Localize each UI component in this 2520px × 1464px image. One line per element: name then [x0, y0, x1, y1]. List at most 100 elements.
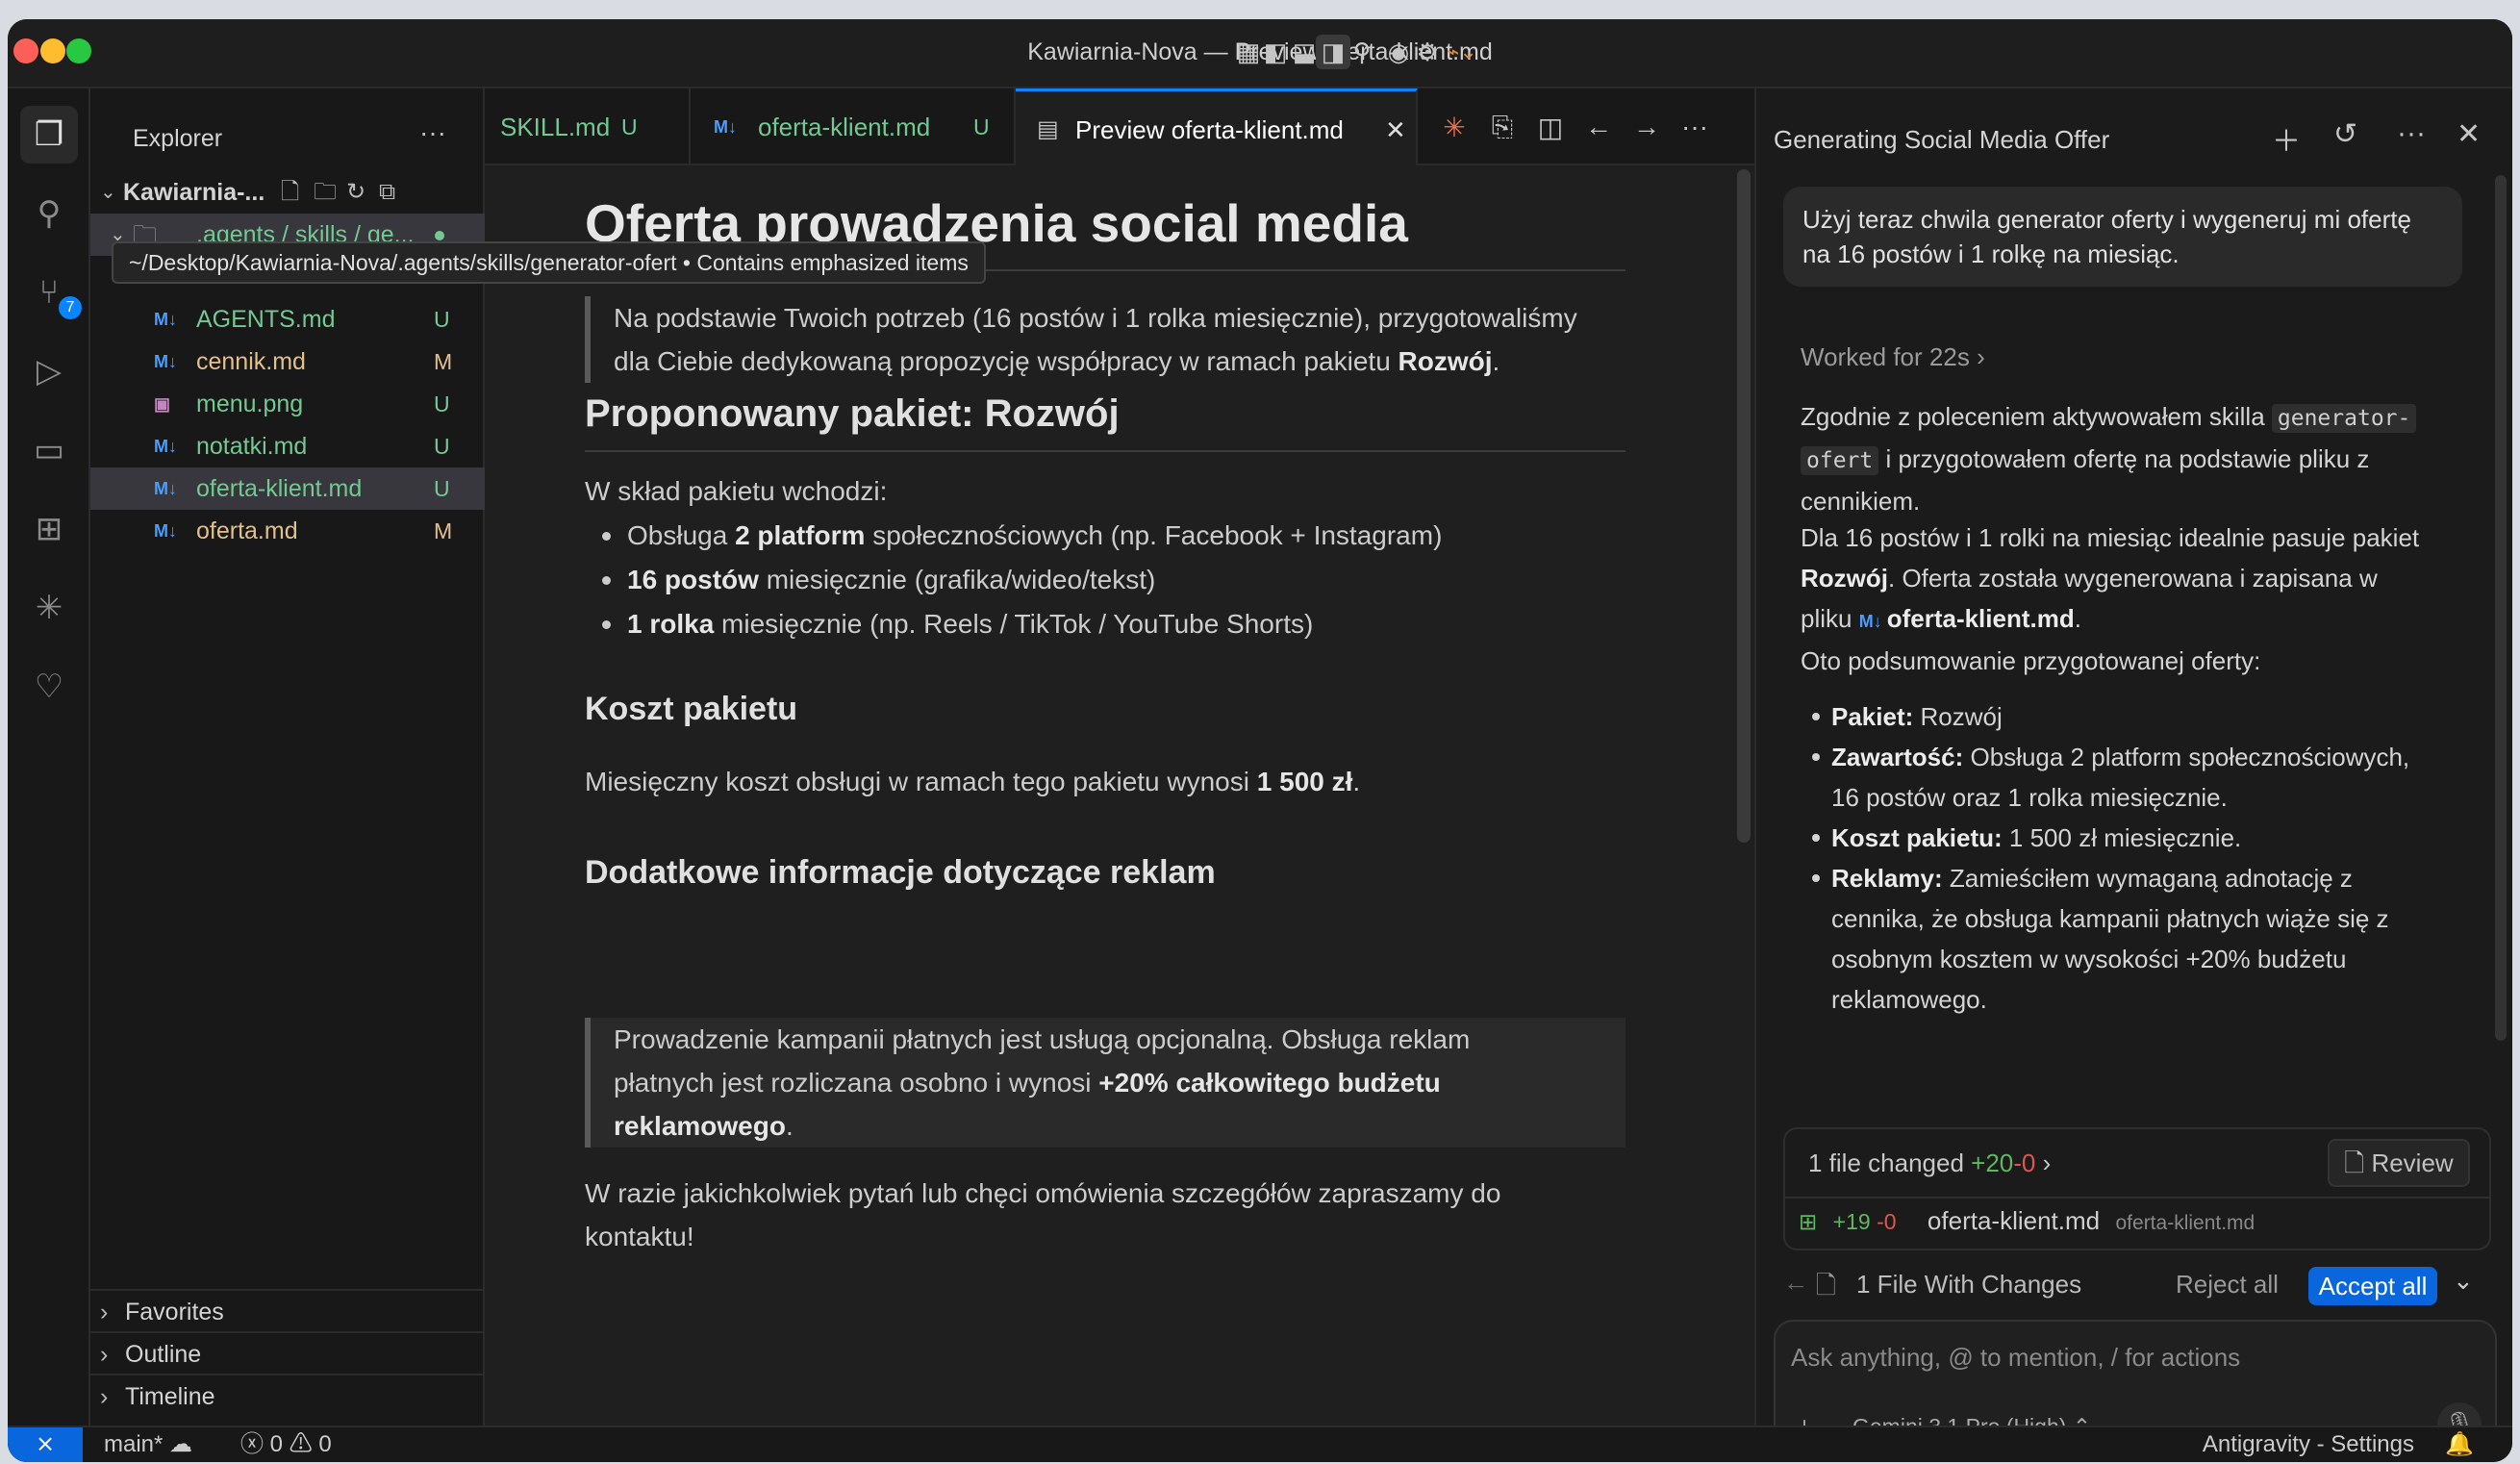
gear-icon[interactable]: ⚙: [1410, 35, 1445, 69]
problems-indicator[interactable]: ⓧ 0 ⚠ 0: [240, 1427, 332, 1462]
reject-all-button[interactable]: Reject all: [2176, 1270, 2279, 1300]
chat-scrollbar[interactable]: [2495, 175, 2507, 1041]
source-control-badge: 7: [59, 296, 82, 319]
modified-dot: [435, 231, 444, 240]
file-row-agents-md[interactable]: M↓ AGENTS.md U: [90, 298, 485, 341]
intro-end: .: [1492, 346, 1500, 376]
arrow-right-icon[interactable]: →: [1629, 108, 1664, 146]
editor-scrollbar[interactable]: [1737, 169, 1751, 843]
history-icon[interactable]: ↺: [2333, 117, 2357, 151]
agent-icon[interactable]: ✳: [1437, 108, 1472, 146]
li-bold: 2 platform: [735, 520, 866, 550]
new-folder-icon[interactable]: 🗀: [314, 171, 337, 214]
chat-input[interactable]: Ask anything, @ to mention, / for action…: [1791, 1343, 2240, 1373]
arrow-left-icon[interactable]: ←: [1783, 1268, 1808, 1298]
bell-icon[interactable]: 🔔: [2445, 1427, 2474, 1462]
p2-text: .: [2074, 604, 2081, 633]
git-status: M: [434, 349, 453, 374]
item-label: Reklamy:: [1831, 864, 1943, 893]
close-icon[interactable]: ✕: [2457, 117, 2481, 151]
extensions-icon[interactable]: ⊞: [20, 500, 78, 558]
folder-tooltip: ~/Desktop/Kawiarnia-Nova/.agents/skills/…: [112, 241, 986, 284]
file-lines-removed: -0: [1877, 1209, 1897, 1234]
intro-quote: Na podstawie Twoich potrzeb (16 postów i…: [585, 296, 1625, 383]
file-row-cennik-md[interactable]: M↓ cennik.md M: [90, 341, 485, 383]
chevron-down-icon[interactable]: ⌄: [2453, 1266, 2474, 1296]
remote-explorer-icon[interactable]: ▭: [20, 421, 78, 479]
changed-file-name: oferta-klient.md: [1927, 1206, 2101, 1235]
divider: [1785, 1197, 2489, 1199]
section-outline[interactable]: › Outline: [90, 1331, 485, 1374]
agent-icon[interactable]: ✳: [20, 579, 78, 637]
ads-heading: Dodatkowe informacje dotyczące reklam: [585, 854, 1216, 891]
answer-paragraph-1: Zgodnie z poleceniem aktywowałem skilla …: [1801, 396, 2455, 521]
warning-icon: ⚠: [289, 1431, 313, 1457]
files-changed-summary[interactable]: 1 file changed +20-0 ›: [1808, 1148, 2051, 1178]
ads-quote: Prowadzenie kampanii płatnych jest usług…: [585, 1018, 1625, 1148]
file-row-oferta-md[interactable]: M↓ oferta.md M: [90, 510, 485, 552]
account-icon[interactable]: ⌁⌄: [1445, 35, 1479, 69]
close-icon[interactable]: ✕: [1385, 91, 1406, 168]
file-row-notatki-md[interactable]: M↓ notatki.md U: [90, 425, 485, 467]
files-changed-label: 1 file changed: [1808, 1148, 1964, 1177]
heart-icon[interactable]: ♡: [20, 658, 78, 716]
summary-item: Pakiet: Rozwój: [1812, 696, 2457, 737]
answer-paragraph-2: Dla 16 postów i 1 rolki na miesiąc ideal…: [1801, 517, 2455, 642]
arrow-left-icon[interactable]: ←: [1581, 108, 1616, 146]
lines-removed: -0: [2013, 1148, 2036, 1177]
more-actions-icon[interactable]: ···: [1677, 108, 1712, 146]
worked-duration[interactable]: Worked for 22s ›: [1801, 342, 1985, 372]
changed-file-path: oferta-klient.md: [2115, 1212, 2255, 1234]
skill-code: ofert: [1801, 446, 1879, 475]
p2-bold: Rozwój: [1801, 564, 1888, 593]
section-favorites[interactable]: › Favorites: [90, 1289, 485, 1331]
item-text: Zamieściłem wymaganą adnotację z: [1942, 864, 2353, 893]
divider: [585, 450, 1625, 452]
new-file-icon[interactable]: 🗋: [281, 171, 299, 214]
split-editor-icon[interactable]: ◫: [1533, 108, 1568, 146]
ads-bold: reklamowego: [614, 1111, 786, 1141]
document-icon: 🗋: [2344, 1148, 2372, 1177]
worked-label: Worked for 22s: [1801, 342, 1970, 371]
explorer-title: Explorer: [133, 125, 223, 152]
workspace-root[interactable]: ⌄ Kawiarnia-... 🗋 🗀 ↻ ⧉: [90, 171, 485, 214]
file-row-menu-png[interactable]: ▣ menu.png U: [90, 383, 485, 425]
document-icon: 🗋: [1816, 1271, 1836, 1300]
item-text: cennika, że obsługa kampanii płatnych wi…: [1831, 904, 2389, 933]
file-name: notatki.md: [196, 433, 308, 460]
remote-icon[interactable]: ⨯: [8, 1427, 83, 1462]
ads-line-1: Prowadzenie kampanii płatnych jest usług…: [614, 1024, 1471, 1054]
item-text: reklamowego.: [1831, 985, 1987, 1014]
collapse-all-icon[interactable]: ⧉: [379, 171, 395, 214]
review-button[interactable]: 🗋 Review: [2328, 1139, 2470, 1187]
markdown-icon: M↓: [154, 310, 177, 329]
tab-preview-oferta-klient[interactable]: ▤ Preview oferta-klient.md ✕: [1016, 88, 1418, 165]
accept-all-button[interactable]: Accept all: [2308, 1267, 2437, 1305]
open-source-icon[interactable]: ⎘: [1485, 108, 1520, 146]
files-icon[interactable]: ❐: [20, 106, 78, 164]
chevron-right-icon: ›: [100, 1341, 109, 1368]
summary-item: Reklamy: Zamieściłem wymaganą adnotację …: [1812, 858, 2457, 1020]
tab-skill-md[interactable]: SKILL.md U: [485, 88, 691, 165]
li-text: społecznościowych (np. Facebook + Instag…: [865, 520, 1443, 550]
markdown-icon: M↓: [714, 117, 737, 137]
section-timeline[interactable]: › Timeline: [90, 1374, 485, 1416]
file-link[interactable]: oferta-klient.md: [1887, 604, 2075, 633]
branch-indicator[interactable]: main* ☁: [104, 1427, 192, 1462]
tab-oferta-klient-md[interactable]: M↓ oferta-klient.md U: [691, 88, 1016, 165]
search-icon[interactable]: ⚲: [1345, 35, 1379, 69]
refresh-icon[interactable]: ↻: [346, 171, 365, 214]
markdown-icon: M↓: [1858, 612, 1887, 631]
plus-icon[interactable]: ＋: [2272, 117, 2301, 160]
error-count: 0: [269, 1431, 284, 1457]
explorer-more-icon[interactable]: ···: [419, 117, 446, 148]
settings-link[interactable]: Antigravity - Settings: [2203, 1427, 2414, 1462]
li-text: miesięcznie (np. Reels / TikTok / YouTub…: [714, 609, 1314, 639]
markdown-icon: M↓: [154, 437, 177, 456]
changed-file-row[interactable]: ⊞ +19 -0 oferta-klient.md oferta-klient.…: [1799, 1206, 2472, 1236]
more-icon[interactable]: ···: [2397, 117, 2426, 150]
run-debug-icon[interactable]: ▷: [20, 342, 78, 400]
search-icon[interactable]: ⚲: [20, 185, 78, 242]
source-control-icon[interactable]: ⑂ 7: [20, 264, 82, 321]
file-row-oferta-klient-md[interactable]: M↓ oferta-klient.md U: [90, 467, 485, 510]
